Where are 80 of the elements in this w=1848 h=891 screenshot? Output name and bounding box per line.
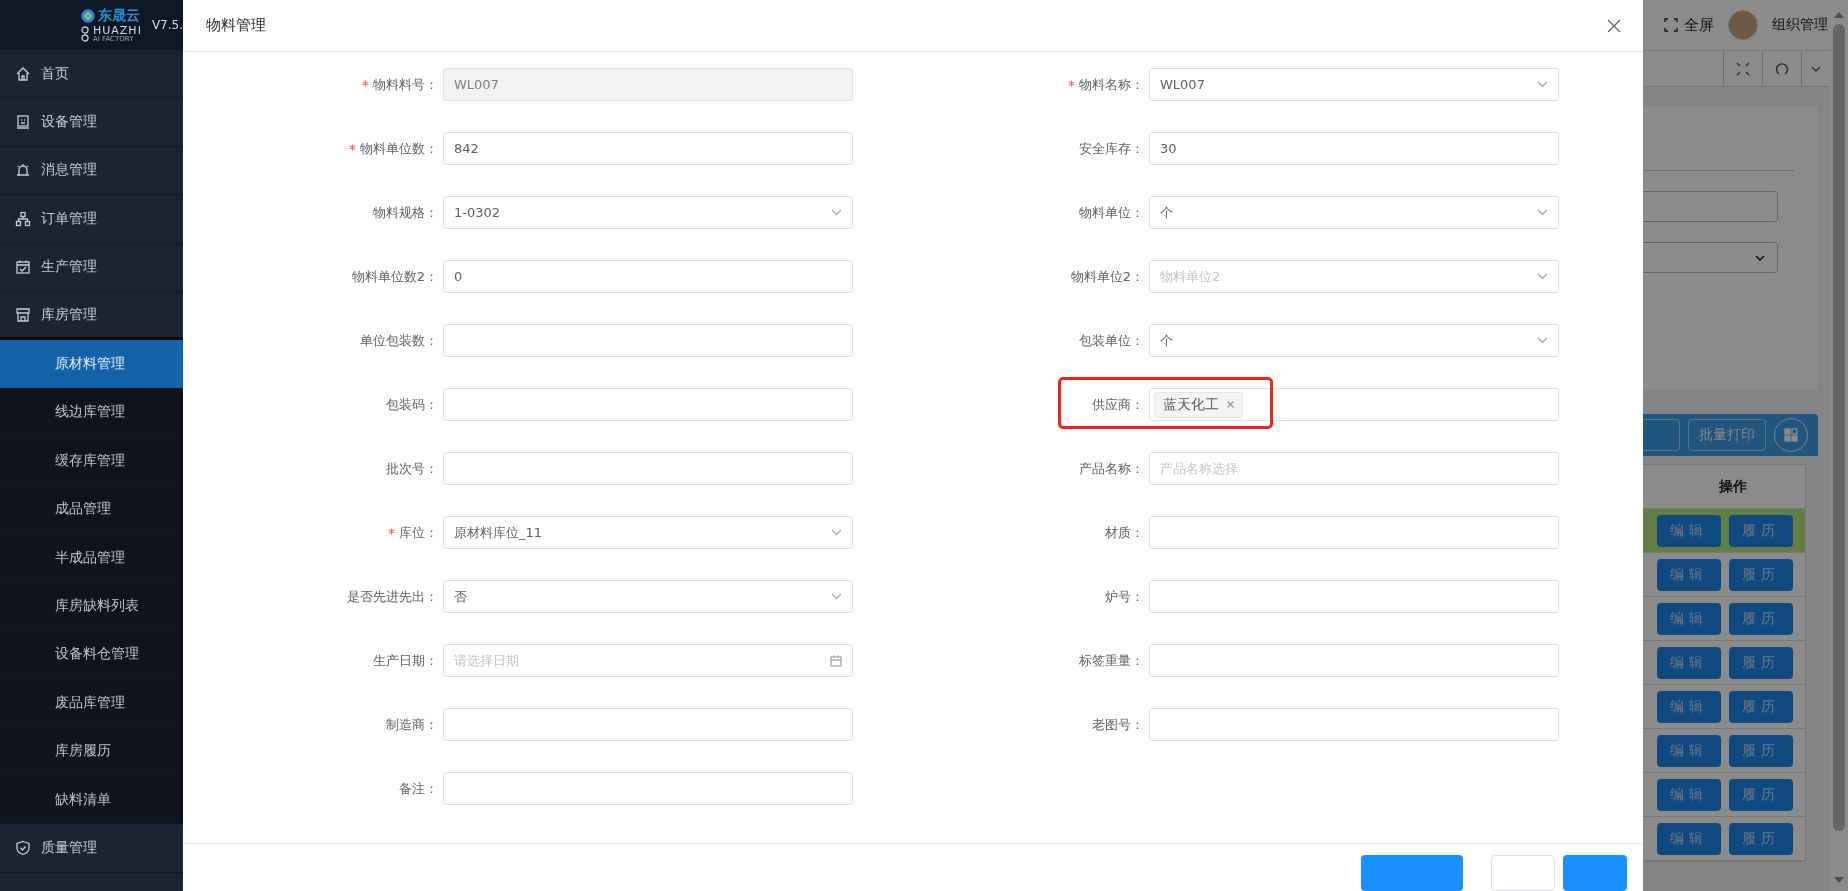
- field-label: 批次号：: [386, 459, 438, 478]
- field-label: 安全库存：: [1079, 139, 1144, 158]
- field-label: 物料单位数2：: [351, 267, 438, 286]
- dialog-title: 物料管理: [206, 16, 266, 36]
- chevron-down-icon: [1537, 81, 1548, 89]
- select-field[interactable]: 1-0302: [443, 196, 853, 230]
- chevron-down-icon: [831, 529, 842, 537]
- field-label: 生产日期：: [373, 651, 438, 670]
- input-field[interactable]: [443, 772, 853, 806]
- input-field[interactable]: [443, 708, 853, 742]
- select-field[interactable]: 个: [1149, 196, 1559, 230]
- logo-knot-icon: [80, 25, 90, 43]
- shield-icon: [15, 839, 31, 856]
- select-field[interactable]: 个: [1149, 324, 1559, 358]
- column-header: 操作: [1719, 477, 1747, 496]
- field-label: 是否先进先出：: [347, 587, 438, 606]
- cancel-button[interactable]: [1491, 855, 1555, 891]
- chevron-down-icon: [1537, 273, 1548, 281]
- field-label: 物料规格：: [373, 203, 438, 222]
- field-label: 备注：: [399, 779, 438, 798]
- scrollbar[interactable]: [1830, 0, 1848, 891]
- sidebar-subitem[interactable]: 原材料管理: [0, 340, 183, 389]
- select-field[interactable]: 否: [443, 580, 853, 614]
- chevron-down-icon: [1537, 337, 1548, 345]
- input-field[interactable]: [443, 324, 853, 358]
- logo-name: HUAZHI: [93, 25, 142, 36]
- scroll-up-icon: [1834, 12, 1844, 18]
- select-field[interactable]: WL007: [1149, 68, 1559, 102]
- expand-icon: [1736, 61, 1750, 76]
- store-icon: [15, 306, 31, 323]
- field-label: 包装码：: [386, 395, 438, 414]
- calendar-icon: [830, 654, 842, 667]
- scrollbar-thumb[interactable]: [1833, 24, 1845, 831]
- field-label: 单位包装数：: [360, 331, 438, 350]
- input-field[interactable]: [1149, 644, 1559, 678]
- field-label: 老图号：: [1092, 715, 1144, 734]
- field-label: 产品名称：: [1079, 459, 1144, 478]
- scroll-down-icon: [1834, 877, 1844, 883]
- input-field[interactable]: [443, 388, 853, 422]
- avatar[interactable]: [1728, 10, 1758, 40]
- user-name[interactable]: 组织管理: [1772, 16, 1828, 34]
- close-icon[interactable]: [1227, 401, 1234, 409]
- close-icon[interactable]: [1607, 18, 1621, 33]
- tag-select-field[interactable]: 蓝天化工: [1149, 388, 1559, 422]
- logo-brand: 东晟云: [98, 7, 141, 25]
- logo-emblem-icon: [81, 9, 96, 23]
- fullscreen-icon: [1664, 18, 1678, 32]
- tag[interactable]: 蓝天化工: [1154, 391, 1243, 418]
- fullscreen-button[interactable]: 全屏: [1664, 15, 1714, 35]
- field-label: 炉号：: [1105, 587, 1144, 606]
- field-label: 物料单位：: [1079, 203, 1144, 222]
- primary-button[interactable]: [1361, 855, 1463, 891]
- input-field[interactable]: [443, 452, 853, 486]
- input-field[interactable]: 842: [443, 132, 853, 166]
- grid-icon: [1784, 428, 1798, 442]
- input-field[interactable]: 30: [1149, 132, 1559, 166]
- chevron-down-icon: [1811, 65, 1821, 72]
- monitor-icon: [15, 114, 31, 131]
- field-label: 供应商：: [1092, 395, 1144, 414]
- chevron-down-icon: [1755, 254, 1765, 261]
- field-label: 包装单位：: [1079, 331, 1144, 350]
- input-field[interactable]: [1149, 708, 1559, 742]
- input-field[interactable]: [1149, 580, 1559, 614]
- chevron-down-icon: [1537, 209, 1548, 217]
- field-label: 材质：: [1105, 523, 1144, 542]
- version-label: V7.5.: [151, 18, 183, 32]
- confirm-button[interactable]: [1563, 855, 1627, 891]
- home-icon: [15, 65, 31, 82]
- calendar-icon: [15, 259, 31, 276]
- refresh-icon: [1775, 61, 1789, 76]
- chevron-down-icon: [831, 209, 842, 217]
- select-field[interactable]: 原材料库位_11: [443, 516, 853, 550]
- input-field[interactable]: 0: [443, 260, 853, 294]
- field-label: 标签重量：: [1079, 651, 1144, 670]
- chevron-down-icon: [831, 593, 842, 601]
- field-label: 制造商：: [386, 715, 438, 734]
- field-label: 物料单位2：: [1070, 267, 1144, 286]
- bell-icon: [15, 162, 31, 179]
- hierarchy-icon: [15, 210, 31, 227]
- input-field[interactable]: [1149, 516, 1559, 550]
